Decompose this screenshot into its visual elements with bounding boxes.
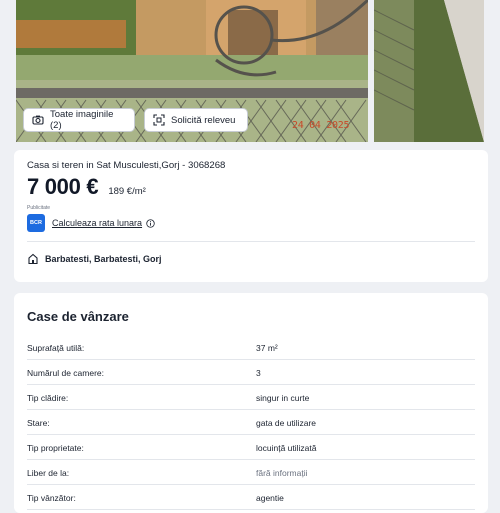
location-pin-icon [28,253,38,265]
calculate-rate-link[interactable]: Calculeaza rata lunara [52,218,155,228]
price-per-sqm: 189 €/m² [108,186,146,197]
detail-row-condition: Stare: gata de utilizare [27,410,475,435]
detail-row-seller-type: Tip vânzător: agentie [27,485,475,510]
price: 7 000 € [27,174,99,199]
camera-icon [32,115,44,125]
secondary-photo[interactable] [374,0,484,142]
photo-date-stamp: 24 04 2025 [292,120,350,131]
request-survey-label: Solicită releveu [171,114,236,126]
location-text: Barbatesti, Barbatesti, Gorj [45,254,162,264]
detail-label: Stare: [27,418,50,428]
listing-title: Casa si teren in Sat Musculesti,Gorj - 3… [27,160,226,171]
detail-row-property-type: Tip proprietate: locuință utilizată [27,435,475,460]
section-title: Case de vânzare [27,309,129,324]
info-icon[interactable] [146,218,155,228]
request-survey-button[interactable]: Solicită releveu [144,108,248,132]
detail-label: Liber de la: [27,468,70,478]
detail-value: 3 [256,368,261,378]
detail-value: singur in curte [256,393,310,403]
location: Barbatesti, Barbatesti, Gorj [27,253,162,265]
divider [27,241,475,242]
detail-row-usable-area: Suprafață utilă: 37 m² [27,335,475,360]
details-table: Suprafață utilă: 37 m² Numărul de camere… [27,335,475,510]
detail-value: 37 m² [256,343,278,353]
detail-row-building-type: Tip clădire: singur in curte [27,385,475,410]
ad-label: Publicitate [27,205,51,211]
detail-label: Tip vânzător: [27,493,76,503]
detail-value: locuință utilizată [256,443,317,453]
all-images-button[interactable]: Toate imaginile (2) [23,108,135,132]
detail-row-rooms: Numărul de camere: 3 [27,360,475,385]
price-row: 7 000 € 189 €/m² [27,174,146,200]
scan-icon [153,114,165,126]
calculate-rate-label: Calculeaza rata lunara [52,218,143,228]
details-card: Case de vânzare Suprafață utilă: 37 m² N… [14,293,488,513]
bank-logo: BCR [27,214,45,232]
detail-label: Numărul de camere: [27,368,105,378]
all-images-label: Toate imaginile (2) [50,109,114,131]
detail-label: Tip clădire: [27,393,69,403]
detail-value: agentie [256,493,284,503]
listing-summary-card: Casa si teren in Sat Musculesti,Gorj - 3… [14,150,488,282]
detail-value: fără informații [256,468,308,478]
detail-label: Tip proprietate: [27,443,84,453]
photo-gallery: 24 04 2025 Toate imaginile (2) Solicită … [0,0,500,142]
detail-value: gata de utilizare [256,418,317,428]
detail-label: Suprafață utilă: [27,343,85,353]
detail-row-available-from: Liber de la: fără informații [27,460,475,485]
